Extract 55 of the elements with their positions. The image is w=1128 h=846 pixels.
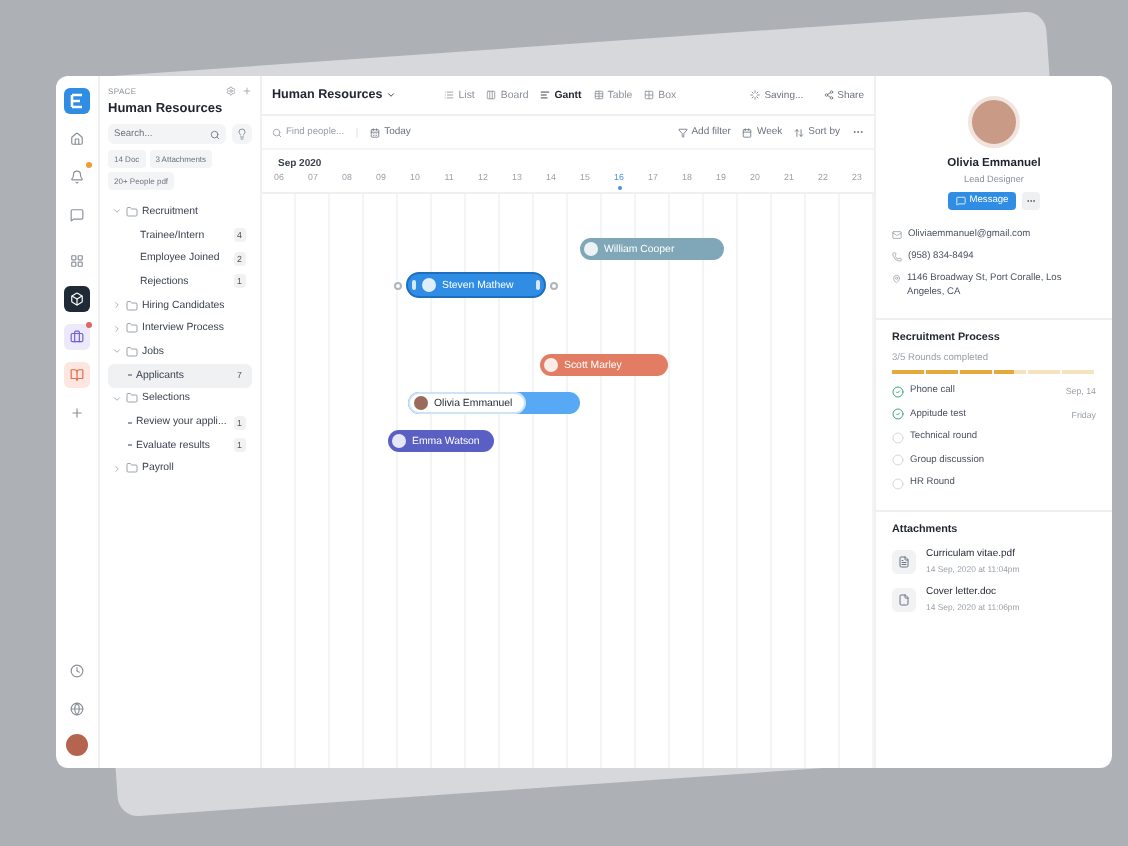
- box-icon[interactable]: [64, 286, 90, 312]
- avatar: [422, 278, 436, 292]
- avatar: [392, 434, 406, 448]
- chevron-right-icon: [112, 323, 122, 334]
- chevron-right-icon: [112, 300, 122, 311]
- resize-handle[interactable]: [412, 280, 416, 290]
- folder-icon: [126, 322, 138, 335]
- check-circle-icon[interactable]: [892, 385, 904, 398]
- folder-icon: [126, 205, 138, 218]
- chevron-down-icon: [112, 346, 122, 357]
- folder-icon: [126, 392, 138, 405]
- briefcase-icon[interactable]: [64, 324, 90, 350]
- grid-icon: [644, 90, 655, 100]
- message-icon: [955, 196, 966, 206]
- calendar-icon: [370, 127, 381, 137]
- folder-icon: [126, 299, 138, 312]
- file-icon[interactable]: [892, 549, 916, 574]
- chevron-down-icon: [112, 206, 122, 217]
- file-icon[interactable]: [892, 587, 916, 612]
- handle-knob[interactable]: [550, 281, 558, 289]
- folder-icon: [126, 462, 138, 475]
- list-icon: [444, 90, 455, 100]
- profile-avatar: [968, 96, 1020, 148]
- share-icon: [823, 90, 834, 100]
- user-avatar[interactable]: [66, 734, 88, 756]
- pin-icon: [892, 273, 901, 284]
- filter-icon: [677, 127, 688, 137]
- mail-icon: [892, 230, 902, 240]
- sort-icon: [794, 127, 805, 137]
- folder-icon: [126, 345, 138, 358]
- calendar-icon: [742, 127, 753, 137]
- book-icon[interactable]: [64, 362, 90, 388]
- chevron-right-icon: [112, 463, 122, 474]
- avatar: [584, 242, 598, 256]
- avatar: [544, 358, 558, 372]
- check-circle-icon[interactable]: [892, 408, 904, 421]
- columns-icon: [486, 90, 497, 100]
- lightbulb-button[interactable]: [232, 124, 252, 144]
- chevron-down-icon: [112, 393, 122, 404]
- handle-knob[interactable]: [394, 281, 402, 289]
- circle-icon[interactable]: [892, 477, 904, 490]
- search-icon: [272, 127, 282, 137]
- more-button[interactable]: [1022, 192, 1041, 210]
- circle-icon[interactable]: [892, 431, 904, 444]
- bars-icon: [540, 90, 551, 100]
- table-icon: [593, 90, 604, 100]
- avatar: [414, 396, 428, 410]
- settings-icon[interactable]: [226, 86, 236, 96]
- phone-icon: [892, 251, 902, 262]
- circle-icon[interactable]: [892, 454, 904, 467]
- caret-icon: [386, 90, 397, 100]
- search-icon: [210, 129, 220, 139]
- resize-handle[interactable]: [536, 280, 540, 290]
- plus-icon[interactable]: [242, 86, 252, 96]
- logo-icon[interactable]: [64, 88, 90, 114]
